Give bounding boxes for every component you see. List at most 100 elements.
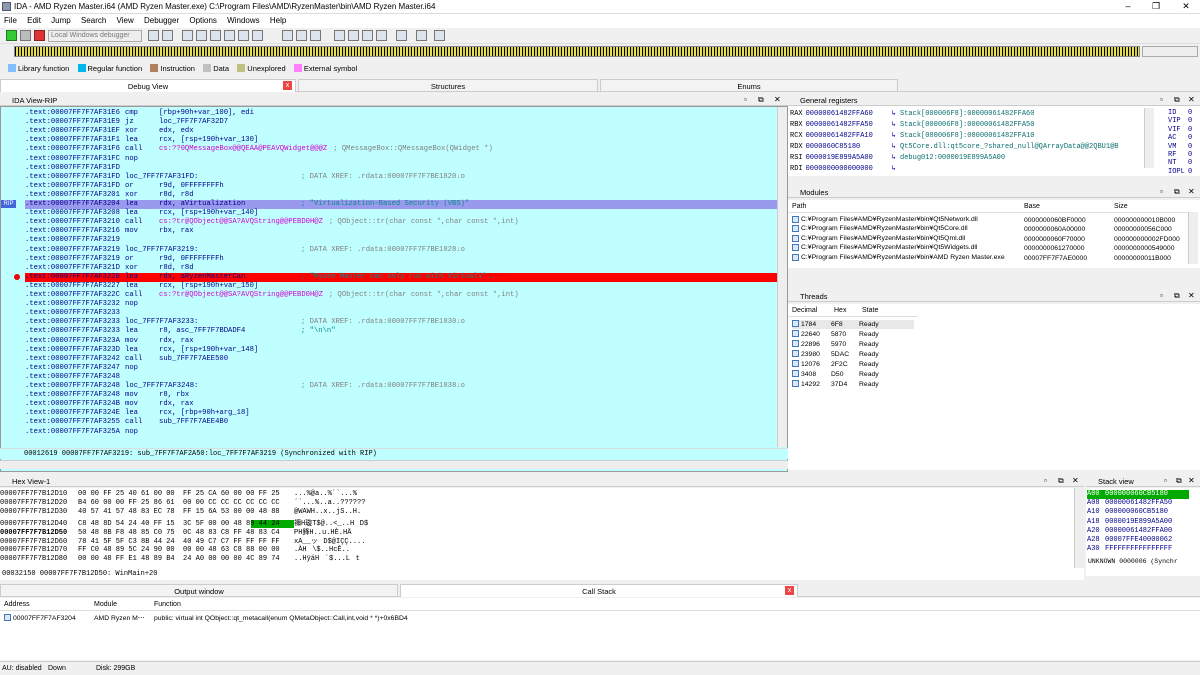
disasm-line[interactable]: .text:00007FF7F7AF3201 xor r8d, r8d [25, 191, 785, 200]
hex-row[interactable]: 00007FF7F7B12D50 50 48 8B F8 48 85 C0 75 … [0, 527, 351, 537]
breakpoint-icon[interactable] [252, 30, 263, 41]
hex-row[interactable]: 00007FF7F7B12D70 FF C0 48 89 5C 24 90 00 … [0, 545, 350, 554]
stack-row[interactable]: A00 000000060CB5180 [1087, 490, 1189, 499]
disasm-line[interactable]: .text:00007FF7F7AF323A mov rdx, rax [25, 337, 785, 346]
tab-output-window[interactable]: Output window [0, 584, 398, 597]
hex-row[interactable]: 00007FF7F7B12D10 00 00 FF 25 40 61 00 00 … [0, 490, 357, 499]
ida-vertical-scrollbar[interactable] [777, 107, 787, 447]
disasm-line[interactable]: .text:00007FF7F7AF31EF xor edx, edx [25, 127, 785, 136]
stack-row[interactable]: A18 0000019E899A5A00 [1087, 518, 1189, 527]
disasm-line[interactable]: .text:00007FF7F7AF31F6 call cs:??0QMessage… [25, 145, 785, 154]
column-header[interactable]: Function [154, 601, 181, 608]
close-button[interactable]: ✕ [1176, 1, 1196, 12]
disasm-line[interactable]: .text:00007FF7F7AF3247 nop [25, 364, 785, 373]
close-tab-icon[interactable]: x [283, 81, 292, 90]
disasm-line[interactable]: .text:00007FF7F7AF31E9 jz loc_7FF7F7AF32D7 [25, 118, 785, 127]
stack-row[interactable]: A08 00000061482FFA50 [1087, 499, 1189, 508]
panel-close-icon[interactable]: ✕ [1188, 291, 1195, 300]
hex-row[interactable]: 00007FF7F7B12D30 40 57 41 57 48 83 EC 78 … [0, 508, 361, 517]
panel-close-icon[interactable]: ✕ [1188, 476, 1195, 485]
trace-icon[interactable] [238, 30, 249, 41]
thread-row[interactable]: 22896 5970 Ready [792, 340, 914, 349]
thread-row[interactable]: 1784 6F8 Ready [792, 320, 914, 329]
minimize-button[interactable]: – [1118, 1, 1138, 11]
disasm-line[interactable]: .text:00007FF7F7AF31FC nop [25, 155, 785, 164]
register-jump-icon[interactable]: ↳ [892, 121, 900, 129]
column-header[interactable]: Path [792, 203, 806, 210]
disasm-line[interactable]: .text:00007FF7F7AF31F1 lea rcx, [rsp+190h+… [25, 136, 785, 145]
column-header[interactable]: Address [4, 601, 30, 608]
panel-minimize-icon[interactable]: ▫ [1160, 291, 1163, 300]
edit-icon[interactable] [416, 30, 427, 41]
struct-icon[interactable] [376, 30, 387, 41]
disasm-line[interactable]: .text:00007FF7F7AF3242 call sub_7FF7F7AEE5… [25, 355, 785, 364]
ida-horizontal-scrollbar[interactable] [0, 460, 788, 469]
disasm-line[interactable]: .text:00007FF7F7AF3248 loc_7FF7F7AF3248:;… [25, 382, 785, 391]
string-icon[interactable] [396, 30, 407, 41]
module-row[interactable]: C:¥Program Files¥AMD¥RyzenMaster¥bin¥Qt5… [792, 225, 1188, 234]
hex-scrollbar[interactable] [1074, 488, 1084, 568]
disasm-line[interactable]: .text:00007FF7F7AF3233 loc_7FF7F7AF3233:;… [25, 318, 785, 327]
register-jump-icon[interactable]: ↳ [892, 165, 900, 173]
module-row[interactable]: C:¥Program Files¥AMD¥RyzenMaster¥bin¥AMD… [792, 253, 1188, 263]
run-to-cursor-icon[interactable] [210, 30, 221, 41]
disasm-line[interactable]: .text:00007FF7F7AF31FD loc_7FF7F7AF31FD:;… [25, 173, 785, 182]
disasm-line[interactable]: .text:00007FF7F7AF324E lea rcx, [rbp+90h+a… [25, 409, 785, 418]
disasm-line[interactable]: .text:00007FF7F7AF3232 nop [25, 300, 785, 309]
disasm-line[interactable]: .text:00007FF7F7AF324B mov rdx, rax [25, 400, 785, 409]
jump-icon[interactable] [348, 30, 359, 41]
register-row[interactable]: RDX 0000060C85180 ↳ Qt5Core.dll:qt5core_?s… [790, 142, 1118, 152]
panel-float-icon[interactable]: ⧉ [1174, 187, 1180, 197]
step-into-icon[interactable] [182, 30, 193, 41]
hex-view-panel[interactable]: 00007FF7F7B12D10 00 00 FF 25 40 61 00 00 … [0, 488, 1084, 576]
menu-jump[interactable]: Jump [47, 14, 75, 27]
detach-icon[interactable] [162, 30, 173, 41]
register-row[interactable]: RSI 0000019E899A5A00 ↳ debug012:0000019E89… [790, 153, 1005, 163]
registers-scrollbar[interactable] [1144, 108, 1154, 168]
column-header[interactable]: Base [1024, 203, 1040, 210]
disasm-line[interactable]: .text:00007FF7F7AF31FD or r9d, 0FFFFFFFFh [25, 182, 785, 191]
debugger-select[interactable]: Local Windows debugger [48, 30, 142, 42]
menu-windows[interactable]: Windows [223, 14, 263, 27]
stop-icon[interactable] [34, 30, 45, 41]
panel-float-icon[interactable]: ⧉ [1174, 291, 1180, 301]
module-row[interactable]: C:¥Program Files¥AMD¥RyzenMaster¥bin¥Qt5… [792, 234, 1188, 244]
menu-help[interactable]: Help [266, 14, 290, 27]
panel-minimize-icon[interactable]: ▫ [1160, 187, 1163, 196]
step-out-icon[interactable] [224, 30, 235, 41]
disasm-line[interactable]: .text:00007FF7F7AF31FD [25, 164, 785, 173]
thread-row[interactable]: 12076 2F2C Ready [792, 360, 914, 369]
thread-row[interactable]: 3408 D50 Ready [792, 370, 914, 379]
panel-float-icon[interactable]: ⧉ [1176, 476, 1182, 486]
register-row[interactable]: RCX 00000061482FFA10 ↳ Stack[000006F8]:000… [790, 131, 1034, 141]
stack-row[interactable]: A30 FFFFFFFFFFFFFFFF [1087, 545, 1189, 554]
tab-debug-view[interactable]: Debug View x [0, 79, 296, 92]
func-icon[interactable] [310, 30, 321, 41]
pause-icon[interactable] [20, 30, 31, 41]
attach-icon[interactable] [148, 30, 159, 41]
disasm-line[interactable]: .text:00007FF7F7AF3233 [25, 309, 785, 318]
hex-row[interactable]: 00007FF7F7B12D40 C8 48 8D 54 24 40 FF 15 … [0, 518, 368, 528]
panel-float-icon[interactable]: ⧉ [758, 95, 764, 105]
hex-row[interactable]: 00007FF7F7B12D20 B4 60 00 00 FF 25 86 61 … [0, 499, 365, 508]
menu-view[interactable]: View [113, 14, 138, 27]
menu-edit[interactable]: Edit [23, 14, 45, 27]
menu-search[interactable]: Search [77, 14, 110, 27]
disasm-line[interactable]: .text:00007FF7F7AF322C call cs:?tr@QObject… [25, 291, 785, 300]
register-row[interactable]: RDI 0000000000000000 ↳ [790, 164, 900, 174]
disasm-line[interactable]: .text:00007FF7F7AF3216 mov rbx, rax [25, 227, 785, 236]
column-header[interactable]: Size [1114, 203, 1128, 210]
stack-row[interactable]: A28 00007FFE40000062 [1087, 536, 1189, 545]
thread-row[interactable]: 22640 5870 Ready [792, 330, 914, 339]
hex-row[interactable]: 00007FF7F7B12D60 78 41 5F 5F C3 8B 44 24 … [0, 536, 365, 546]
panel-minimize-icon[interactable]: ▫ [1160, 95, 1163, 104]
menu-options[interactable]: Options [185, 14, 221, 27]
close-tab-icon[interactable]: x [785, 586, 794, 595]
disasm-line[interactable]: .text:00007FF7F7AF3248 [25, 373, 785, 382]
disasm-line[interactable]: .text:00007FF7F7AF323D lea rcx, [rsp+190h+… [25, 346, 785, 355]
panel-close-icon[interactable]: ✕ [1188, 95, 1195, 104]
disasm-line[interactable]: .text:00007FF7F7AF3219 or r9d, 0FFFFFFFFh [25, 255, 785, 264]
register-jump-icon[interactable]: ↳ [892, 143, 900, 151]
disasm-line[interactable]: .text:00007FF7F7AF3210 call cs:?tr@QObject… [25, 218, 785, 227]
thread-row[interactable]: 23980 5DAC Ready [792, 350, 914, 359]
